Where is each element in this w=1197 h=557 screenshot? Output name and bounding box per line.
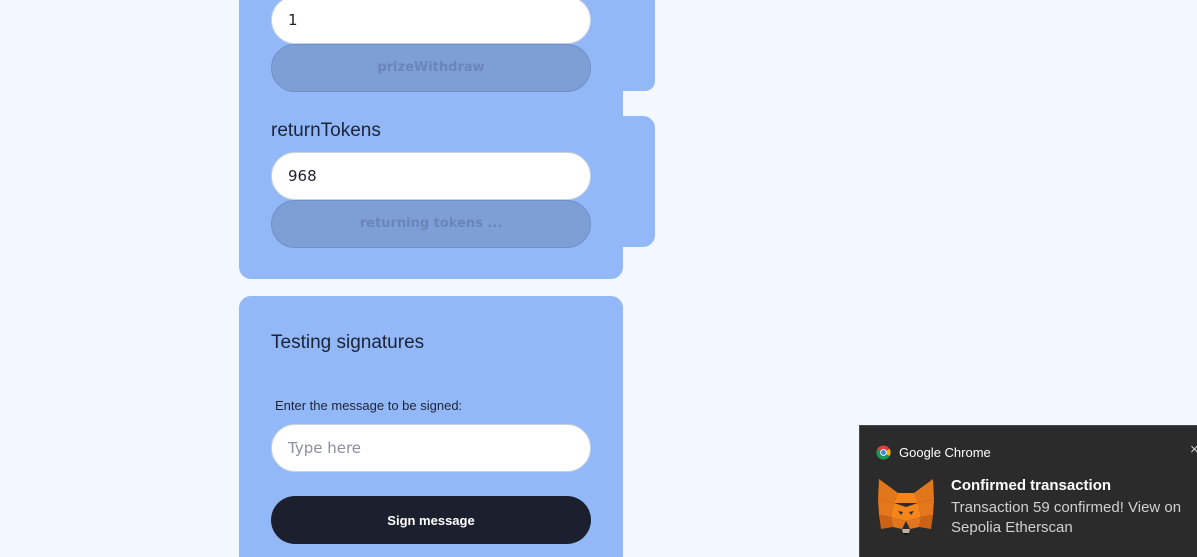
return-tokens-button[interactable]: returning tokens ... (271, 200, 591, 248)
signatures-heading: Testing signatures (271, 332, 425, 353)
chrome-notification[interactable]: Google Chrome × Confirmed transaction Tr… (859, 425, 1197, 557)
prize-withdraw-input[interactable] (271, 0, 591, 44)
sign-message-button[interactable]: Sign message (271, 496, 591, 544)
chrome-icon (876, 445, 891, 460)
notification-title: Confirmed transaction (951, 477, 1112, 494)
return-tokens-input[interactable] (271, 152, 591, 200)
message-label: Enter the message to be signed: (275, 398, 463, 413)
notification-body: Transaction 59 confirmed! View on Sepoli… (951, 499, 1182, 536)
notification-app-name: Google Chrome (899, 445, 991, 460)
metamask-fox-icon (878, 479, 934, 535)
close-icon[interactable]: × (1190, 441, 1197, 458)
return-tokens-heading: returnTokens (271, 120, 381, 141)
message-input[interactable] (271, 424, 591, 472)
prize-withdraw-button[interactable]: prizeWithdraw (271, 44, 591, 92)
